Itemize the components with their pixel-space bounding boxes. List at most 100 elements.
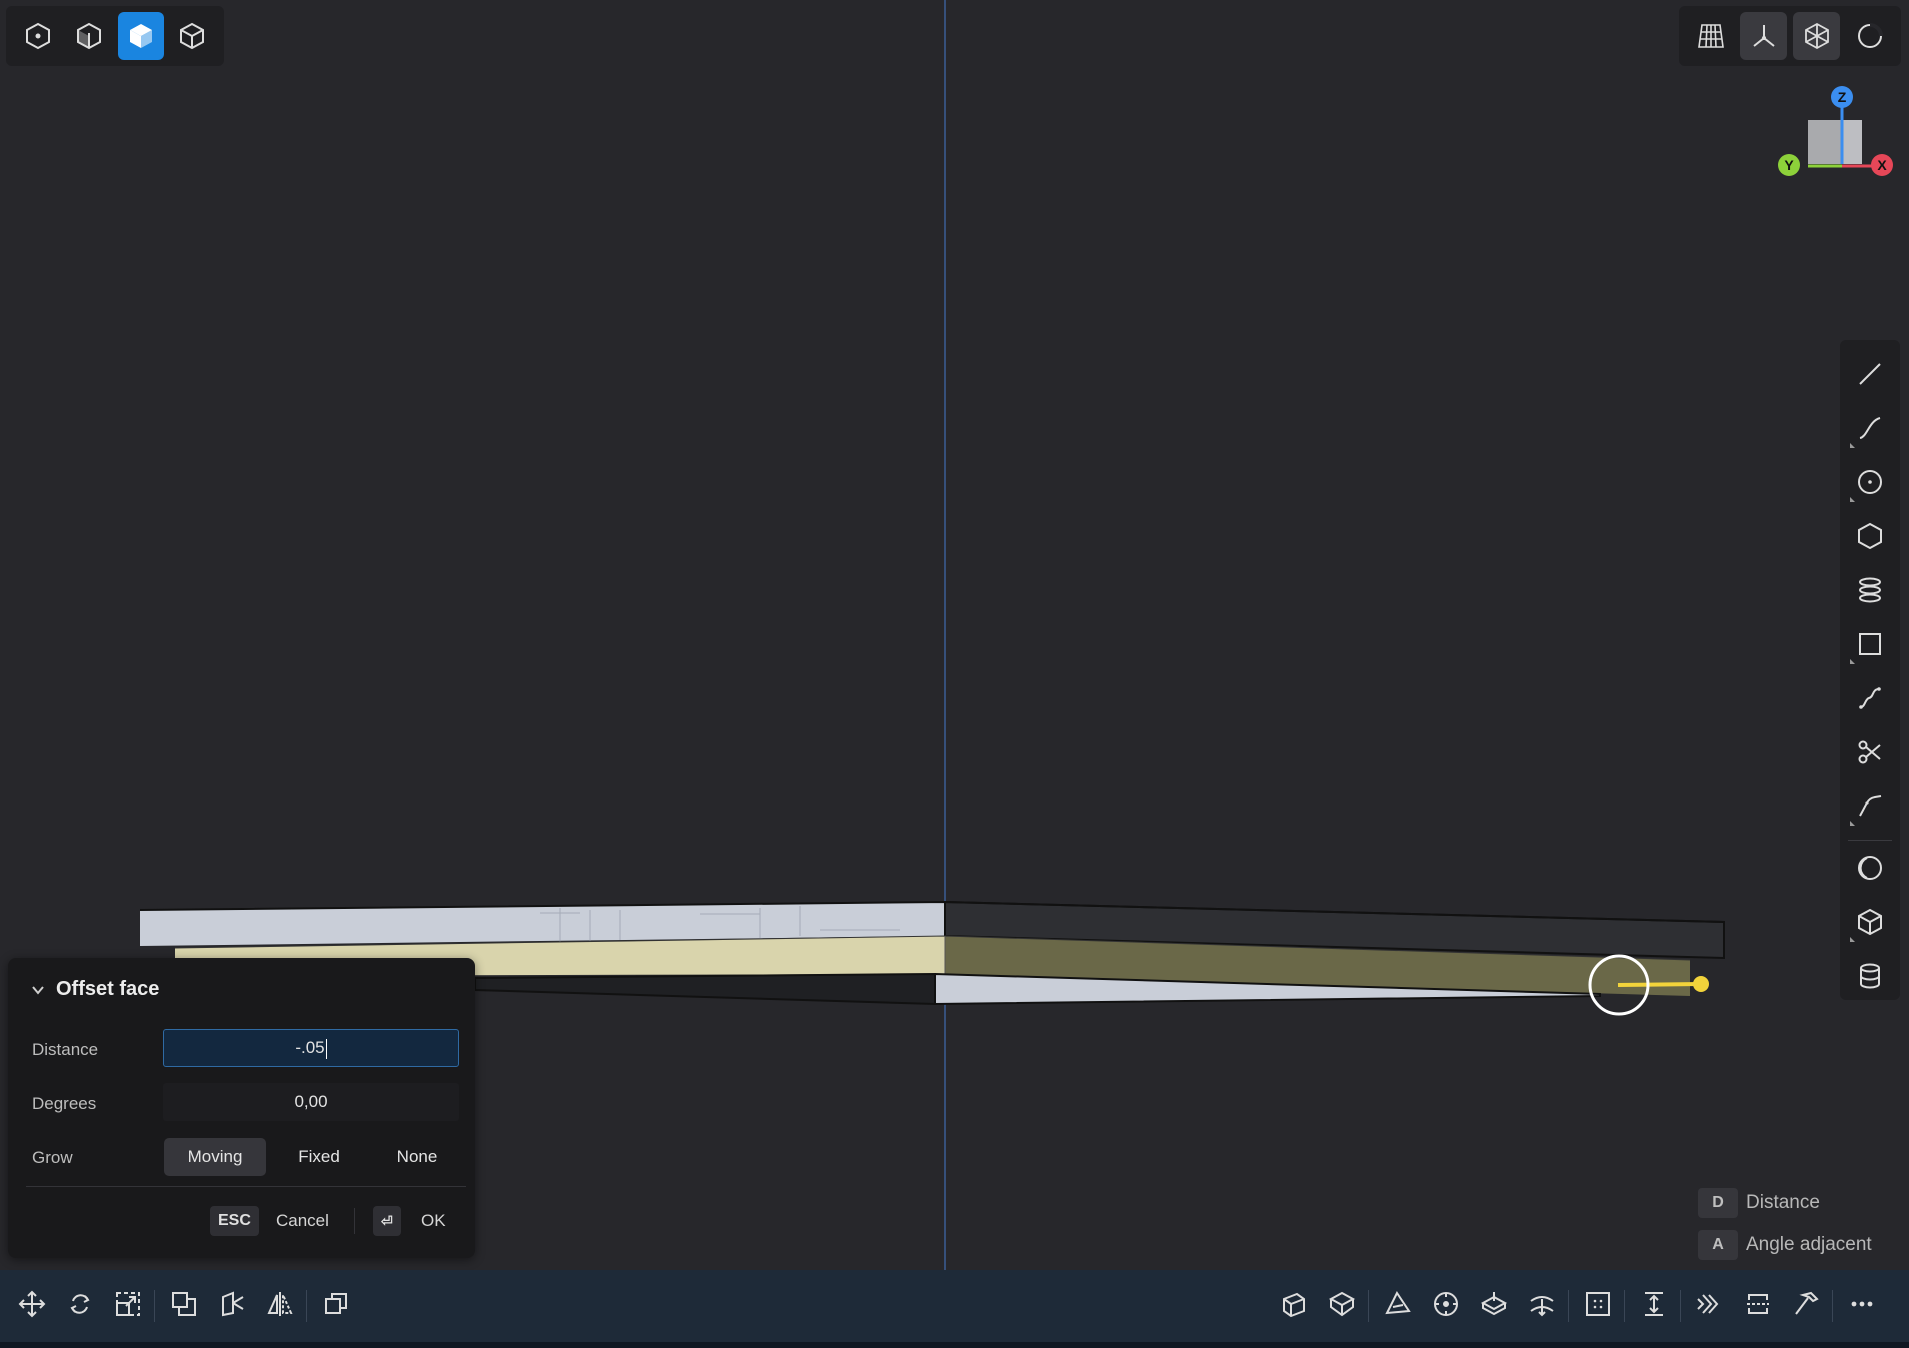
shaded-view-icon	[129, 24, 152, 48]
distance-label: Distance	[32, 1040, 99, 1059]
point-view-button[interactable]	[15, 12, 61, 60]
offset-face-icon	[172, 1292, 196, 1316]
grow-option-moving[interactable]: Moving	[164, 1138, 266, 1176]
mirror-icon	[267, 1292, 293, 1316]
offset-face-panel: Offset face Distance -.05 Degrees 0,00 G…	[8, 958, 475, 1258]
revolve-button[interactable]	[1320, 1282, 1364, 1326]
extrude-icon	[1283, 1292, 1305, 1318]
loft-button[interactable]	[1376, 1282, 1420, 1326]
hint-key: A	[1698, 1230, 1738, 1260]
scale-button[interactable]	[106, 1282, 150, 1326]
spline-tool-button[interactable]	[1846, 674, 1894, 722]
spiral-icon	[1859, 577, 1881, 603]
thicken-button[interactable]	[1520, 1282, 1564, 1326]
cut-tool-button[interactable]	[1846, 728, 1894, 776]
sweep-button[interactable]	[1424, 1282, 1468, 1326]
cube-face-left	[1808, 120, 1842, 164]
draft-face-icon	[222, 1291, 244, 1317]
ok-key: ⏎	[373, 1206, 401, 1236]
degrees-label: Degrees	[32, 1094, 97, 1113]
offset-face-button[interactable]	[162, 1282, 206, 1326]
y-axis-label[interactable]: Y	[1778, 154, 1800, 176]
z-axis-label[interactable]: Z	[1831, 86, 1853, 108]
spiral-tool-button[interactable]	[1846, 566, 1894, 614]
scale-icon	[116, 1292, 140, 1316]
fillet-curve-tool-button[interactable]	[1846, 782, 1894, 830]
x-axis-label[interactable]: X	[1871, 154, 1893, 176]
offset-distance-button[interactable]	[1632, 1282, 1676, 1326]
cube-face-right	[1842, 120, 1862, 164]
xray-toggle-button[interactable]	[1793, 12, 1840, 60]
more-button[interactable]	[1840, 1282, 1884, 1326]
hint-key: D	[1698, 1188, 1738, 1218]
xray-icon	[1804, 22, 1829, 50]
shaded-view-button[interactable]	[118, 12, 164, 60]
split-icon	[1747, 1294, 1769, 1314]
grow-label: Grow	[32, 1148, 73, 1167]
hint-angle-adjacent: A Angle adjacent	[1698, 1230, 1872, 1260]
point-view-icon	[25, 22, 50, 50]
grid-toggle-button[interactable]	[1687, 12, 1734, 60]
array-icon	[1697, 1294, 1719, 1314]
tools-button[interactable]	[1784, 1282, 1828, 1326]
box-tool-button[interactable]	[1846, 898, 1894, 946]
thicken-icon	[1530, 1296, 1554, 1317]
view-cube[interactable]: Z Y X	[1774, 84, 1894, 184]
hint-label: Distance	[1746, 1192, 1820, 1213]
polygon-tool-button[interactable]	[1846, 512, 1894, 560]
scissors-icon	[1858, 740, 1881, 764]
line-icon	[1859, 363, 1881, 385]
mirror-button[interactable]	[258, 1282, 302, 1326]
curve-icon	[1859, 417, 1881, 439]
curve-tool-button[interactable]	[1846, 404, 1894, 452]
wireframe-view-icon	[180, 22, 205, 50]
array-button[interactable]	[1688, 1282, 1732, 1326]
boolean-tool-button[interactable]	[1846, 844, 1894, 892]
axes-toggle-button[interactable]	[1740, 12, 1787, 60]
loft-icon	[1385, 1291, 1411, 1315]
hammer-icon	[1795, 1291, 1819, 1315]
boolean-icon	[1858, 856, 1882, 880]
overlay-toggle-button[interactable]	[1846, 12, 1893, 60]
hexagon-icon	[1858, 522, 1882, 550]
overlay-icon	[1857, 23, 1883, 48]
offset-gizmo-handle	[1693, 976, 1709, 992]
grow-option-none[interactable]: None	[372, 1138, 462, 1176]
circle-tool-button[interactable]	[1846, 458, 1894, 506]
split-button[interactable]	[1736, 1282, 1780, 1326]
offset-distance-icon	[1645, 1292, 1663, 1316]
cylinder-tool-button[interactable]	[1846, 952, 1894, 1000]
shell-button[interactable]	[1472, 1282, 1516, 1326]
chevron-down-icon	[32, 985, 44, 995]
rotate-button[interactable]	[58, 1282, 102, 1326]
panel-header[interactable]: Offset face	[30, 978, 159, 1001]
move-button[interactable]	[10, 1282, 54, 1326]
rotate-icon	[70, 1294, 90, 1314]
cancel-button[interactable]: Cancel	[276, 1211, 329, 1231]
hidden-line-view-button[interactable]	[67, 12, 113, 60]
bottom-slab-left	[474, 972, 936, 1006]
wireframe-view-button[interactable]	[170, 12, 216, 60]
display-options-toolbar	[1679, 6, 1901, 66]
line-tool-button[interactable]	[1846, 350, 1894, 398]
draft-face-button[interactable]	[210, 1282, 254, 1326]
panel-title: Offset face	[56, 978, 160, 1000]
grow-option-fixed[interactable]: Fixed	[274, 1138, 364, 1176]
duplicate-button[interactable]	[314, 1282, 358, 1326]
distance-input[interactable]: -.05	[163, 1029, 459, 1067]
extrude-button[interactable]	[1272, 1282, 1316, 1326]
section-button[interactable]	[1576, 1282, 1620, 1326]
sweep-icon	[1434, 1292, 1458, 1316]
ok-button[interactable]: OK	[421, 1211, 446, 1231]
bottom-edge	[0, 1342, 1909, 1348]
box-icon	[1858, 908, 1882, 936]
fillet-curve-icon	[1859, 795, 1882, 817]
rectangle-tool-button[interactable]	[1846, 620, 1894, 668]
section-icon	[1586, 1292, 1610, 1316]
circle-icon	[1858, 470, 1882, 494]
shell-icon	[1480, 1292, 1508, 1316]
view-mode-toolbar	[6, 6, 224, 66]
move-icon	[18, 1290, 46, 1318]
bottom-toolbar	[0, 1270, 1909, 1342]
degrees-input[interactable]: 0,00	[163, 1083, 459, 1121]
